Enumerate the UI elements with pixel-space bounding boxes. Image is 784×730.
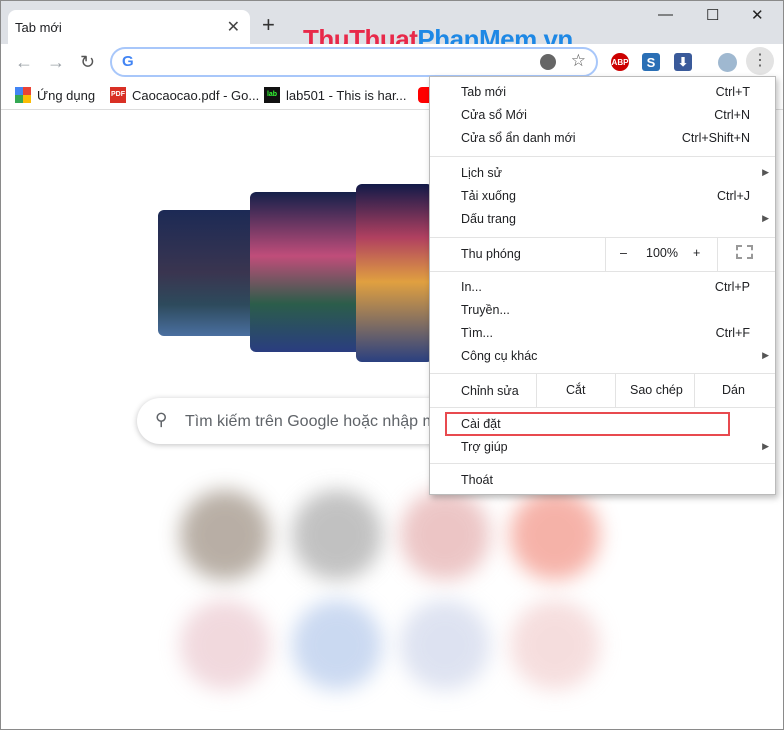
menu-label: Trợ giúp bbox=[461, 440, 508, 454]
address-bar[interactable]: G ☆ bbox=[110, 47, 598, 77]
menu-item-help[interactable]: Trợ giúp ▶ bbox=[430, 436, 775, 459]
menu-divider bbox=[430, 156, 775, 157]
menu-divider bbox=[430, 271, 775, 272]
shortcut-tile[interactable] bbox=[292, 490, 382, 580]
google-icon: G bbox=[122, 53, 134, 70]
menu-item-print[interactable]: In... Ctrl+P bbox=[430, 276, 775, 299]
submenu-arrow-icon: ▶ bbox=[762, 167, 769, 177]
menu-shortcut: Ctrl+Shift+N bbox=[681, 131, 750, 145]
search-icon: ⚲ bbox=[155, 410, 168, 429]
fullscreen-icon[interactable] bbox=[736, 245, 753, 259]
close-tab-icon[interactable]: ✕ bbox=[227, 17, 240, 37]
adblock-icon[interactable]: ABP bbox=[611, 53, 629, 71]
menu-divider bbox=[430, 373, 775, 374]
menu-divider bbox=[430, 237, 775, 238]
menu-label: Truyền... bbox=[461, 303, 510, 317]
menu-divider bbox=[605, 238, 606, 271]
bookmark-pdf[interactable]: PDF Caocaocao.pdf - Go... bbox=[110, 87, 259, 103]
search-placeholder: Tìm kiếm trên Google hoặc nhập m bbox=[185, 413, 436, 430]
paste-button[interactable]: Dán bbox=[722, 383, 745, 397]
menu-item-new-window[interactable]: Cửa sổ Mới Ctrl+N bbox=[430, 104, 775, 127]
menu-item-history[interactable]: Lịch sử ▶ bbox=[430, 162, 775, 185]
copy-button[interactable]: Sao chép bbox=[630, 383, 683, 397]
tab-new-tab[interactable]: Tab mới ✕ bbox=[8, 10, 250, 44]
download-extension-icon[interactable]: ⬇ bbox=[674, 53, 692, 71]
toolbar: ← → ↻ G ☆ ABP S ⬇ ⋮ bbox=[0, 44, 784, 80]
forward-button[interactable]: → bbox=[47, 52, 65, 73]
menu-label: Tìm... bbox=[461, 326, 493, 340]
menu-label: Cửa sổ ẩn danh mới bbox=[461, 131, 576, 145]
menu-label: Dấu trang bbox=[461, 212, 516, 226]
back-button[interactable]: ← bbox=[15, 52, 33, 73]
menu-shortcut: Ctrl+P bbox=[714, 280, 750, 294]
tab-title: Tab mới bbox=[15, 20, 62, 35]
pdf-icon: PDF bbox=[110, 87, 126, 103]
new-tab-button[interactable]: + bbox=[262, 12, 275, 38]
shortcut-tile[interactable] bbox=[292, 600, 382, 690]
menu-item-incognito[interactable]: Cửa sổ ẩn danh mới Ctrl+Shift+N bbox=[430, 127, 775, 150]
bookmark-lab501[interactable]: lab lab501 - This is har... bbox=[264, 87, 406, 103]
menu-button[interactable]: ⋮ bbox=[746, 47, 774, 75]
settings-highlight-box bbox=[445, 412, 730, 436]
maximize-button[interactable]: ☐ bbox=[706, 6, 719, 24]
menu-divider bbox=[694, 374, 695, 407]
shortcut-tile[interactable] bbox=[510, 600, 600, 690]
star-icon[interactable]: ☆ bbox=[571, 51, 586, 71]
cut-button[interactable]: Cắt bbox=[566, 383, 585, 397]
google-doodle[interactable] bbox=[158, 184, 433, 362]
reload-button[interactable]: ↻ bbox=[80, 52, 95, 73]
menu-item-exit[interactable]: Thoát bbox=[430, 469, 775, 492]
menu-divider bbox=[430, 463, 775, 464]
menu-item-new-tab[interactable]: Tab mới Ctrl+T bbox=[430, 81, 775, 104]
shortcut-tile[interactable] bbox=[400, 490, 490, 580]
shortcut-tile[interactable] bbox=[180, 600, 270, 690]
blocked-cookie-icon[interactable] bbox=[540, 54, 556, 70]
menu-item-bookmarks[interactable]: Dấu trang ▶ bbox=[430, 208, 775, 231]
menu-shortcut: Ctrl+J bbox=[717, 189, 750, 203]
menu-label: Công cụ khác bbox=[461, 349, 538, 363]
minimize-button[interactable]: — bbox=[658, 6, 673, 23]
zoom-level: 100% bbox=[646, 246, 678, 260]
shortcut-tile[interactable] bbox=[510, 490, 600, 580]
menu-item-find[interactable]: Tìm... Ctrl+F bbox=[430, 322, 775, 345]
menu-shortcut: Ctrl+T bbox=[715, 85, 750, 99]
s-extension-icon[interactable]: S bbox=[642, 53, 660, 71]
menu-item-more-tools[interactable]: Công cụ khác ▶ bbox=[430, 345, 775, 368]
menu-shortcut: Ctrl+F bbox=[715, 326, 750, 340]
menu-divider bbox=[430, 407, 775, 408]
menu-divider bbox=[717, 238, 718, 271]
bookmark-label: lab501 - This is har... bbox=[286, 87, 407, 103]
avatar[interactable] bbox=[718, 53, 737, 72]
menu-item-downloads[interactable]: Tải xuống Ctrl+J bbox=[430, 185, 775, 208]
zoom-label: Thu phóng bbox=[461, 247, 521, 261]
shortcut-tile[interactable] bbox=[400, 600, 490, 690]
bookmark-label: Ứng dụng bbox=[37, 87, 96, 103]
menu-item-cast[interactable]: Truyền... bbox=[430, 299, 775, 322]
submenu-arrow-icon: ▶ bbox=[762, 350, 769, 360]
menu-label: Tải xuống bbox=[461, 189, 516, 203]
menu-label: Lịch sử bbox=[461, 166, 503, 180]
menu-label: Tab mới bbox=[461, 85, 507, 99]
menu-label: Thoát bbox=[461, 473, 493, 487]
zoom-out-button[interactable]: – bbox=[620, 246, 627, 260]
google-search-box[interactable]: ⚲ Tìm kiếm trên Google hoặc nhập m bbox=[137, 398, 457, 444]
lab501-icon: lab bbox=[264, 87, 280, 103]
menu-divider bbox=[536, 374, 537, 407]
shortcut-tile[interactable] bbox=[180, 490, 270, 580]
close-window-button[interactable]: ✕ bbox=[751, 6, 764, 24]
submenu-arrow-icon: ▶ bbox=[762, 213, 769, 223]
bookmark-apps[interactable]: Ứng dụng bbox=[15, 87, 95, 103]
zoom-in-button[interactable]: + bbox=[693, 246, 700, 260]
menu-shortcut: Ctrl+N bbox=[714, 108, 750, 122]
submenu-arrow-icon: ▶ bbox=[762, 441, 769, 451]
edit-label: Chỉnh sửa bbox=[461, 384, 519, 398]
apps-grid-icon bbox=[15, 87, 31, 103]
menu-label: Cửa sổ Mới bbox=[461, 108, 527, 122]
menu-label: In... bbox=[461, 280, 482, 294]
menu-divider bbox=[615, 374, 616, 407]
bookmark-label: Caocaocao.pdf - Go... bbox=[132, 87, 260, 103]
